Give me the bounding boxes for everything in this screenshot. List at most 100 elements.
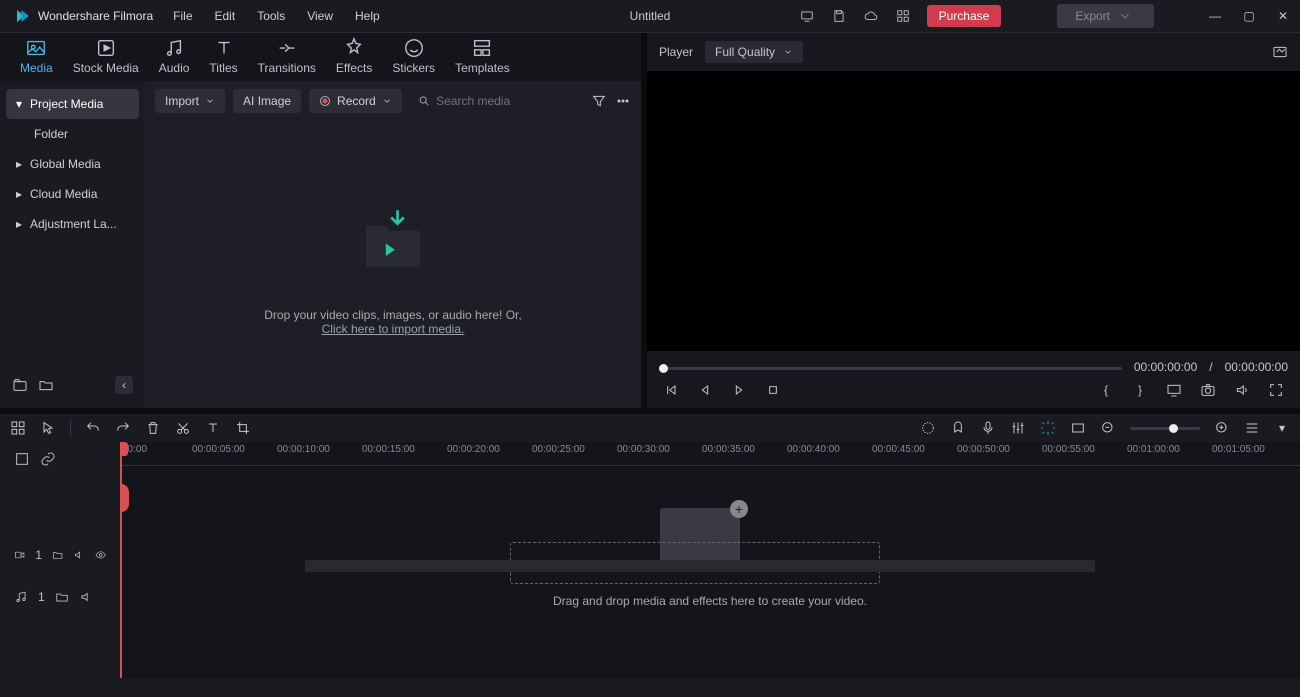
sidebar-item-folder[interactable]: Folder bbox=[6, 119, 139, 149]
minimize-button[interactable]: — bbox=[1206, 9, 1224, 23]
folder-icon[interactable] bbox=[52, 548, 63, 562]
import-button[interactable]: Import bbox=[155, 89, 225, 113]
menu-file[interactable]: File bbox=[173, 9, 192, 23]
panel-layout-icon[interactable] bbox=[10, 420, 26, 436]
player-label: Player bbox=[659, 45, 693, 59]
titlebar: Wondershare Filmora File Edit Tools View… bbox=[0, 0, 1300, 33]
stop-icon[interactable] bbox=[765, 382, 781, 398]
volume-icon[interactable] bbox=[1234, 382, 1250, 398]
visibility-icon[interactable] bbox=[95, 548, 106, 562]
sidebar-item-project-media[interactable]: ▾Project Media bbox=[6, 89, 139, 119]
zoom-in-icon[interactable] bbox=[1214, 420, 1230, 436]
dropdown-icon[interactable]: ▾ bbox=[1274, 420, 1290, 436]
audio-mix-icon[interactable] bbox=[1010, 420, 1026, 436]
app-logo bbox=[14, 7, 32, 25]
import-link[interactable]: Click here to import media. bbox=[322, 322, 465, 336]
search-icon bbox=[418, 94, 430, 108]
collapse-sidebar-icon[interactable]: ‹ bbox=[115, 376, 133, 394]
record-button[interactable]: Record bbox=[309, 89, 402, 113]
search-input[interactable] bbox=[436, 94, 575, 108]
crop-icon[interactable] bbox=[235, 420, 251, 436]
export-button[interactable]: Export bbox=[1057, 4, 1154, 28]
sidebar-item-global-media[interactable]: ▸Global Media bbox=[6, 149, 139, 179]
playhead[interactable] bbox=[120, 442, 122, 678]
mark-in-icon[interactable]: { bbox=[1098, 382, 1114, 398]
tab-media[interactable]: Media bbox=[10, 33, 63, 81]
display-icon[interactable] bbox=[1166, 382, 1182, 398]
search-media[interactable] bbox=[410, 89, 583, 113]
new-bin-icon[interactable] bbox=[12, 377, 28, 393]
play-reverse-icon[interactable] bbox=[697, 382, 713, 398]
audio-track-header[interactable]: 1 bbox=[0, 584, 120, 610]
zoom-out-icon[interactable] bbox=[1100, 420, 1116, 436]
media-panel: Media Stock Media Audio Titles Transitio… bbox=[0, 33, 647, 408]
track-manage-icon[interactable] bbox=[14, 451, 30, 467]
voiceover-icon[interactable] bbox=[980, 420, 996, 436]
main-menu: File Edit Tools View Help bbox=[173, 9, 380, 23]
aspect-icon[interactable] bbox=[1070, 420, 1086, 436]
timeline: 1 1 00:00 00:00:05:00 00:00:10:00 00:00:… bbox=[0, 442, 1300, 678]
render-icon[interactable] bbox=[1040, 420, 1056, 436]
menu-help[interactable]: Help bbox=[355, 9, 380, 23]
zoom-slider[interactable] bbox=[1130, 427, 1200, 430]
menu-view[interactable]: View bbox=[307, 9, 333, 23]
folder-icon[interactable] bbox=[55, 590, 69, 604]
video-icon bbox=[14, 548, 25, 562]
sidebar-item-cloud-media[interactable]: ▸Cloud Media bbox=[6, 179, 139, 209]
cut-icon[interactable] bbox=[175, 420, 191, 436]
timeline-hint: Drag and drop media and effects here to … bbox=[120, 594, 1300, 608]
prev-frame-icon[interactable] bbox=[663, 382, 679, 398]
camera-icon[interactable] bbox=[1200, 382, 1216, 398]
tab-stock-media[interactable]: Stock Media bbox=[63, 33, 149, 81]
more-icon[interactable] bbox=[615, 93, 631, 109]
cloud-icon[interactable] bbox=[863, 8, 879, 24]
new-folder-icon[interactable] bbox=[38, 377, 54, 393]
quality-dropdown[interactable]: Full Quality bbox=[705, 41, 803, 63]
play-icon[interactable] bbox=[731, 382, 747, 398]
marker-icon[interactable] bbox=[950, 420, 966, 436]
timecode-sep: / bbox=[1209, 360, 1212, 374]
tab-audio[interactable]: Audio bbox=[149, 33, 200, 81]
apps-icon[interactable] bbox=[895, 8, 911, 24]
link-icon[interactable] bbox=[40, 451, 56, 467]
video-track-header[interactable]: 1 bbox=[0, 542, 120, 568]
color-icon[interactable] bbox=[920, 420, 936, 436]
delete-icon[interactable] bbox=[145, 420, 161, 436]
close-button[interactable]: ✕ bbox=[1274, 9, 1292, 23]
pointer-icon[interactable] bbox=[40, 420, 56, 436]
mute-icon[interactable] bbox=[73, 548, 84, 562]
tab-stickers[interactable]: Stickers bbox=[382, 33, 445, 81]
tab-transitions[interactable]: Transitions bbox=[248, 33, 326, 81]
preview-canvas[interactable] bbox=[647, 71, 1300, 351]
snapshot-compare-icon[interactable] bbox=[1272, 44, 1288, 60]
undo-icon[interactable] bbox=[85, 420, 101, 436]
save-icon[interactable] bbox=[831, 8, 847, 24]
add-icon[interactable]: + bbox=[730, 500, 748, 518]
redo-icon[interactable] bbox=[115, 420, 131, 436]
device-icon[interactable] bbox=[799, 8, 815, 24]
mark-out-icon[interactable]: } bbox=[1132, 382, 1148, 398]
filter-icon[interactable] bbox=[591, 93, 607, 109]
tab-titles[interactable]: Titles bbox=[199, 33, 247, 81]
mute-icon[interactable] bbox=[79, 590, 93, 604]
time-ruler[interactable]: 00:00 00:00:05:00 00:00:10:00 00:00:15:0… bbox=[120, 442, 1300, 466]
player-panel: Player Full Quality 00:00:00:00 / 00:00:… bbox=[647, 33, 1300, 408]
menu-edit[interactable]: Edit bbox=[215, 9, 236, 23]
fullscreen-icon[interactable] bbox=[1268, 382, 1284, 398]
media-tabs: Media Stock Media Audio Titles Transitio… bbox=[0, 33, 641, 81]
tracks-area[interactable]: 00:00 00:00:05:00 00:00:10:00 00:00:15:0… bbox=[120, 442, 1300, 678]
maximize-button[interactable]: ▢ bbox=[1240, 9, 1258, 23]
progress-bar[interactable] bbox=[659, 367, 1122, 370]
ai-image-button[interactable]: AI Image bbox=[233, 89, 301, 113]
purchase-button[interactable]: Purchase bbox=[927, 5, 1002, 27]
track-options-icon[interactable] bbox=[1244, 420, 1260, 436]
tab-effects[interactable]: Effects bbox=[326, 33, 382, 81]
window-actions: Purchase Export — ▢ ✕ bbox=[799, 4, 1292, 28]
timeline-toolbar: ▾ bbox=[0, 408, 1300, 442]
track-headers: 1 1 bbox=[0, 442, 120, 678]
menu-tools[interactable]: Tools bbox=[257, 9, 285, 23]
sidebar-item-adjustment-layer[interactable]: ▸Adjustment La... bbox=[6, 209, 139, 239]
media-drop-area[interactable]: Drop your video clips, images, or audio … bbox=[145, 121, 641, 408]
tab-templates[interactable]: Templates bbox=[445, 33, 520, 81]
text-icon[interactable] bbox=[205, 420, 221, 436]
